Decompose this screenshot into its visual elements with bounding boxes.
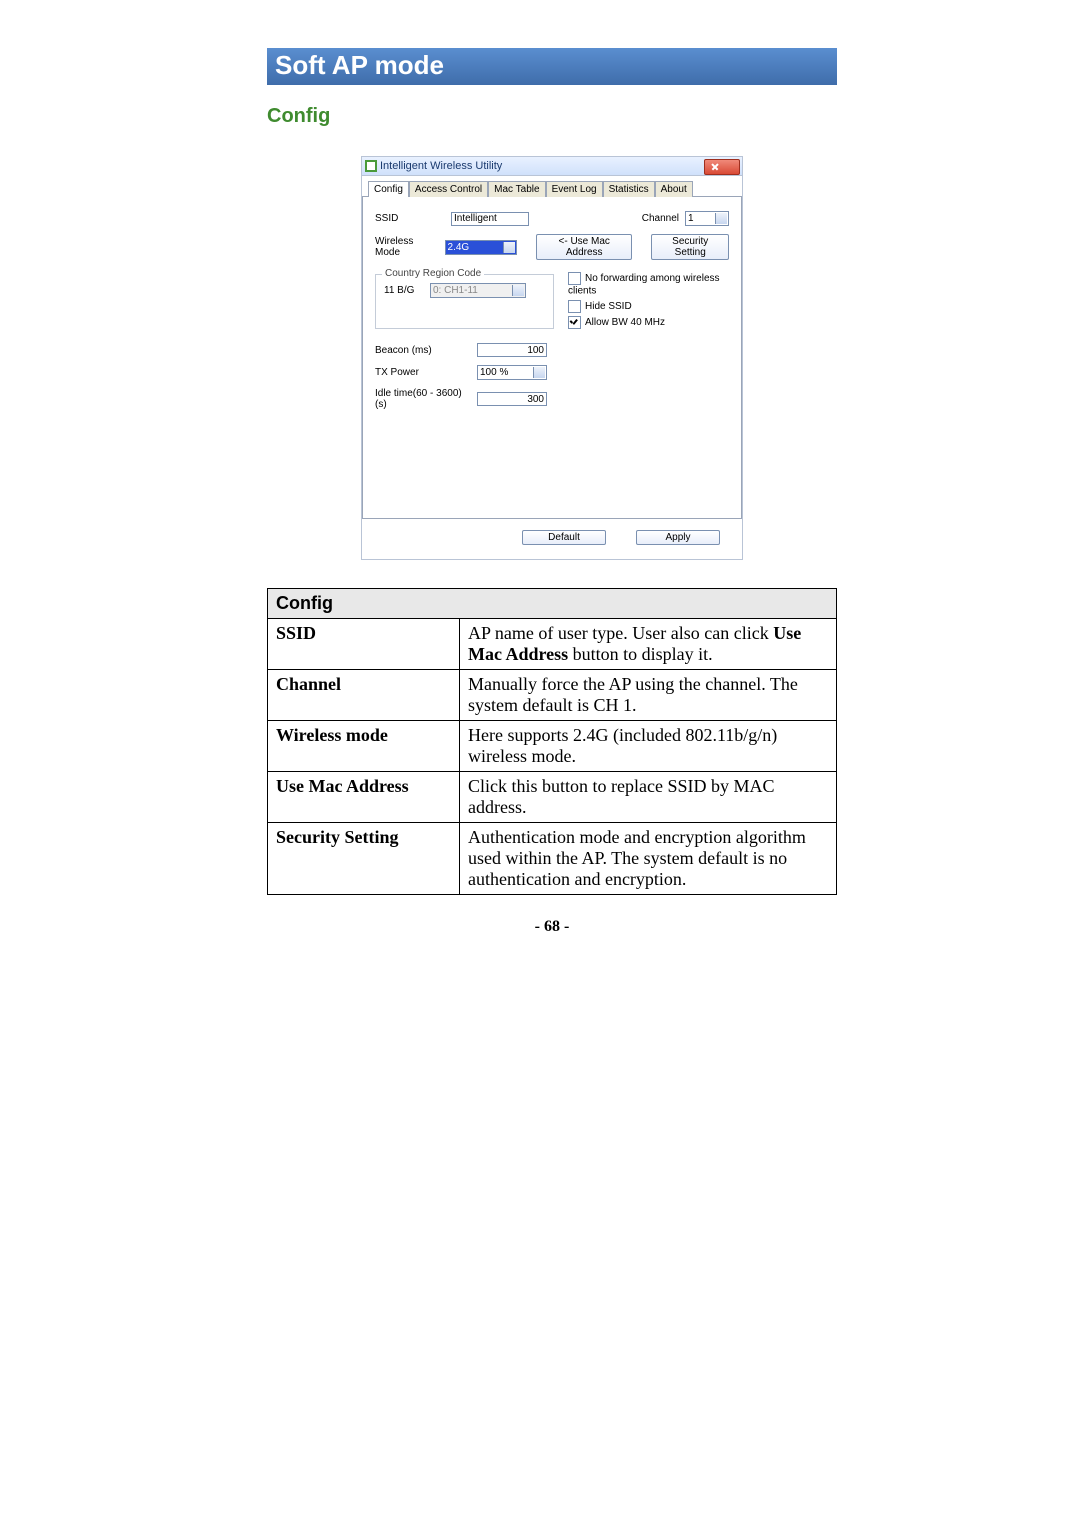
region-band-label: 11 B/G (384, 285, 424, 296)
table-row: SSID AP name of user type. User also can… (268, 619, 837, 670)
hide-ssid-label: Hide SSID (585, 301, 632, 312)
txpower-label: TX Power (375, 367, 471, 378)
row-key: Wireless mode (268, 721, 460, 772)
section-heading: Soft AP mode (267, 48, 837, 85)
ssid-input[interactable] (451, 212, 529, 226)
table-row: Use Mac Address Click this button to rep… (268, 772, 837, 823)
window-title: Intelligent Wireless Utility (380, 160, 502, 172)
row-value: Authentication mode and encryption algor… (460, 823, 837, 895)
apply-button[interactable]: Apply (636, 530, 720, 545)
region-select: 0: CH1-11 (430, 283, 526, 298)
idle-time-label: Idle time(60 - 3600)(s) (375, 388, 471, 410)
tab-body: SSID Channel 1 Wireless Mode 2.4G <- Use… (362, 196, 742, 519)
beacon-input[interactable] (477, 343, 547, 357)
tab-strip: ConfigAccess ControlMac TableEvent LogSt… (362, 176, 742, 196)
no-forwarding-checkbox[interactable] (568, 272, 581, 285)
config-description-table: Config SSID AP name of user type. User a… (267, 588, 837, 895)
row-key: Security Setting (268, 823, 460, 895)
chevron-down-icon (719, 216, 725, 220)
ssid-label: SSID (375, 213, 445, 224)
app-icon (364, 159, 378, 173)
row-key: SSID (268, 619, 460, 670)
table-row: Wireless mode Here supports 2.4G (includ… (268, 721, 837, 772)
use-mac-address-button[interactable]: <- Use Mac Address (536, 234, 632, 260)
table-row: Channel Manually force the AP using the … (268, 670, 837, 721)
tab-access-control[interactable]: Access Control (409, 181, 488, 197)
tab-about[interactable]: About (655, 181, 693, 197)
chevron-down-icon (507, 245, 513, 249)
wireless-mode-label: Wireless Mode (375, 236, 439, 258)
chevron-down-icon (516, 288, 522, 292)
hide-ssid-checkbox[interactable] (568, 300, 581, 313)
config-dialog: Intelligent Wireless Utility ConfigAcces… (361, 156, 743, 560)
page-number: - 68 - (267, 918, 837, 936)
channel-select[interactable]: 1 (685, 211, 729, 226)
beacon-label: Beacon (ms) (375, 345, 471, 356)
row-value: Click this button to replace SSID by MAC… (460, 772, 837, 823)
default-button[interactable]: Default (522, 530, 606, 545)
subsection-heading: Config (267, 105, 837, 128)
idle-time-input[interactable] (477, 392, 547, 406)
row-value: Manually force the AP using the channel.… (460, 670, 837, 721)
country-region-fieldset: Country Region Code 11 B/G 0: CH1-11 (375, 274, 554, 329)
wireless-mode-select[interactable]: 2.4G (445, 240, 517, 255)
tab-config[interactable]: Config (368, 181, 409, 197)
row-value: Here supports 2.4G (included 802.11b/g/n… (460, 721, 837, 772)
table-row: Security Setting Authentication mode and… (268, 823, 837, 895)
row-key: Use Mac Address (268, 772, 460, 823)
txpower-select[interactable]: 100 % (477, 365, 547, 380)
window-titlebar: Intelligent Wireless Utility (362, 157, 742, 176)
row-key: Channel (268, 670, 460, 721)
tab-event-log[interactable]: Event Log (546, 181, 603, 197)
security-setting-button[interactable]: Security Setting (651, 234, 729, 260)
channel-label: Channel (642, 213, 679, 224)
no-forwarding-label: No forwarding among wireless clients (568, 273, 720, 297)
tab-statistics[interactable]: Statistics (603, 181, 655, 197)
allow-bw40-checkbox[interactable] (568, 316, 581, 329)
row-value: AP name of user type. User also can clic… (460, 619, 837, 670)
chevron-down-icon (537, 370, 543, 374)
country-region-legend: Country Region Code (382, 268, 484, 279)
table-header: Config (268, 589, 837, 619)
close-icon[interactable] (704, 159, 740, 175)
tab-mac-table[interactable]: Mac Table (488, 181, 545, 197)
allow-bw40-label: Allow BW 40 MHz (585, 317, 665, 328)
